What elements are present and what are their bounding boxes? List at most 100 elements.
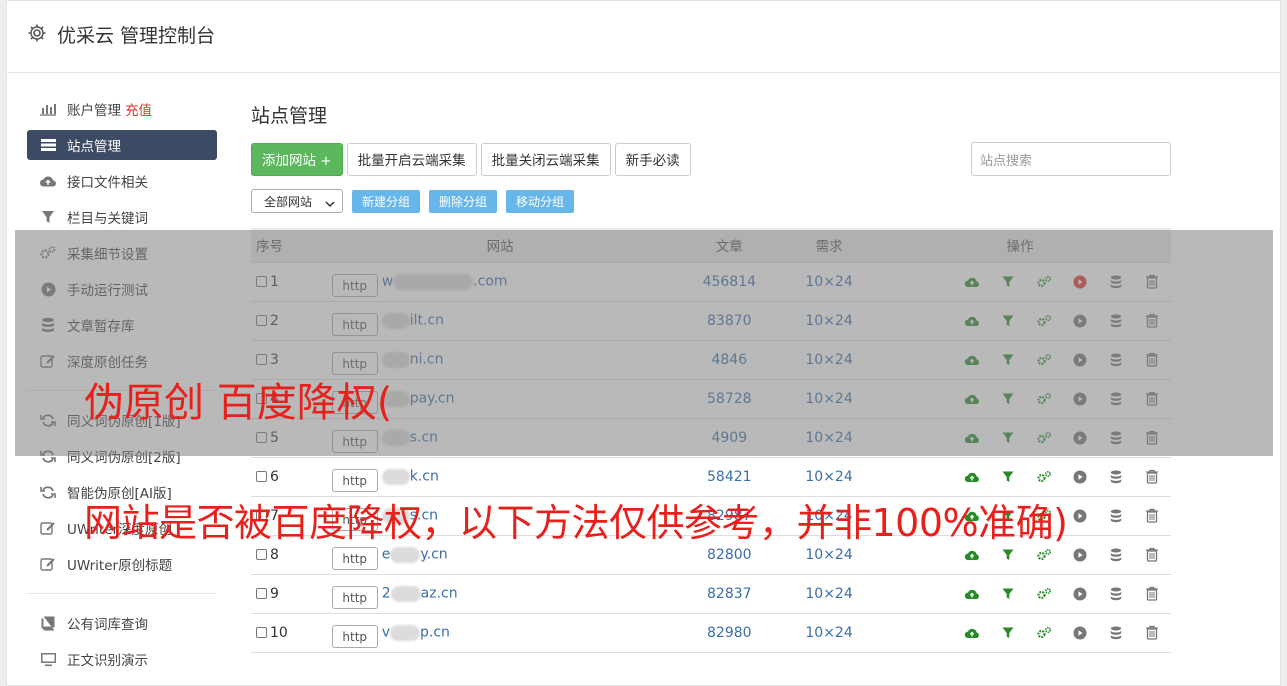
row-number-cell: 6	[251, 457, 331, 497]
refresh-icon	[39, 484, 57, 500]
trash-icon[interactable]	[1134, 467, 1170, 487]
edit-icon	[39, 520, 57, 536]
row-checkbox[interactable]	[256, 587, 267, 599]
delete-group-button[interactable]: 删除分组	[429, 189, 498, 213]
watermark-subtitle: 网站是否被百度降权，以下方法仅供参考，并非100%准确)	[84, 501, 1068, 545]
sidebar-item[interactable]: 正文识别演示	[27, 644, 217, 674]
site-cell: http k.cn	[330, 457, 670, 497]
filter-icon[interactable]	[990, 623, 1026, 643]
site-domain-prefix[interactable]: v	[382, 625, 390, 641]
book-icon	[39, 615, 57, 631]
sidebar-item[interactable]: 站点管理	[27, 130, 217, 160]
filter-icon[interactable]	[990, 584, 1026, 604]
sidebar-item-label: 账户管理	[67, 103, 121, 119]
chevron-down-icon	[325, 197, 335, 211]
protocol-badge[interactable]: http	[331, 469, 378, 492]
table-row[interactable]: 6 http k.cn 58421 10×24	[251, 457, 1171, 497]
demand-value[interactable]: 10×24	[789, 574, 869, 614]
article-count[interactable]: 58421	[669, 457, 790, 497]
database-icon[interactable]	[1098, 467, 1134, 487]
site-domain-suffix[interactable]: az.cn	[421, 586, 458, 602]
protocol-badge[interactable]: http	[331, 547, 378, 570]
trash-icon[interactable]	[1134, 623, 1170, 643]
server-icon	[39, 137, 57, 153]
new-group-button[interactable]: 新建分组	[352, 189, 421, 213]
database-icon[interactable]	[1098, 623, 1134, 643]
move-group-button[interactable]: 移动分组	[506, 189, 575, 213]
protocol-badge[interactable]: http	[331, 625, 378, 648]
site-domain-prefix[interactable]: 2	[382, 586, 391, 602]
sidebar-item[interactable]: UWriter原创标题	[27, 549, 217, 579]
gears-icon[interactable]	[1026, 467, 1062, 487]
row-actions	[870, 467, 1170, 487]
row-number-cell: 10	[251, 613, 331, 653]
row-checkbox[interactable]	[256, 626, 267, 638]
bar-chart-icon	[39, 101, 57, 117]
filter-icon[interactable]	[990, 467, 1026, 487]
database-icon[interactable]	[1098, 584, 1134, 604]
row-number-cell: 9	[251, 574, 331, 614]
sidebar-item[interactable]: 账户管理 充值	[27, 94, 217, 124]
gear-icon[interactable]	[27, 23, 47, 43]
database-icon[interactable]	[1098, 506, 1134, 526]
redacted-domain	[390, 546, 421, 563]
protocol-badge[interactable]: http	[331, 586, 378, 609]
console-title: 优采云 管理控制台	[57, 25, 216, 47]
cloud-upload-icon[interactable]	[954, 584, 990, 604]
play-circle-icon[interactable]	[1062, 584, 1098, 604]
site-domain-prefix[interactable]: e	[382, 547, 391, 563]
trash-icon[interactable]	[1134, 584, 1170, 604]
trash-icon[interactable]	[1134, 545, 1170, 565]
guide-button[interactable]: 新手必读	[614, 142, 691, 176]
redacted-domain	[390, 624, 421, 641]
sidebar-item[interactable]: 栏目与关键词	[27, 202, 217, 232]
play-circle-icon[interactable]	[1062, 623, 1098, 643]
row-actions	[870, 623, 1170, 643]
demand-value[interactable]: 10×24	[789, 457, 869, 497]
edit-icon	[39, 556, 57, 572]
sidebar-item[interactable]: 接口文件相关	[27, 166, 217, 196]
site-domain-suffix[interactable]: k.cn	[410, 469, 439, 485]
site-search-input[interactable]: 站点搜索	[971, 142, 1171, 176]
row-number: 10	[270, 624, 288, 641]
site-domain-suffix[interactable]: p.cn	[420, 625, 450, 641]
gears-icon[interactable]	[1026, 545, 1062, 565]
gears-icon[interactable]	[1026, 584, 1062, 604]
cloud-upload-icon[interactable]	[954, 467, 990, 487]
recharge-link[interactable]: 充值	[125, 99, 152, 119]
filter-icon[interactable]	[990, 545, 1026, 565]
row-actions	[870, 584, 1170, 604]
table-row[interactable]: 10 http v p.cn 82980 10×24	[251, 613, 1171, 653]
table-row[interactable]: 9 http 2 az.cn 82837 10×24	[251, 574, 1171, 614]
article-count[interactable]: 82980	[669, 613, 790, 653]
disable-cloud-button[interactable]: 批量关闭云端采集	[480, 142, 611, 176]
article-count[interactable]: 82837	[669, 574, 790, 614]
sidebar-item-label: 栏目与关键词	[67, 211, 148, 227]
demand-value[interactable]: 10×24	[789, 613, 869, 653]
redacted-domain	[381, 468, 410, 485]
toolbar: 添加网站 + 批量开启云端采集 批量关闭云端采集 新手必读 站点搜索	[251, 142, 1171, 176]
play-circle-icon[interactable]	[1062, 545, 1098, 565]
site-domain-suffix[interactable]: y.cn	[420, 547, 447, 563]
trash-icon[interactable]	[1134, 506, 1170, 526]
sidebar-item-label: 公有词库查询	[67, 617, 148, 633]
play-circle-icon[interactable]	[1062, 467, 1098, 487]
enable-cloud-button[interactable]: 批量开启云端采集	[346, 142, 477, 176]
add-site-button[interactable]: 添加网站 +	[251, 142, 343, 176]
cloud-upload-icon[interactable]	[954, 545, 990, 565]
ops-cell	[869, 574, 1171, 614]
gears-icon[interactable]	[1026, 623, 1062, 643]
cloud-upload-icon	[39, 173, 57, 189]
row-checkbox[interactable]	[256, 470, 267, 482]
site-cell: http 2 az.cn	[330, 574, 670, 614]
database-icon[interactable]	[1098, 545, 1134, 565]
row-checkbox[interactable]	[256, 548, 267, 560]
cloud-upload-icon[interactable]	[954, 623, 990, 643]
ops-cell	[869, 613, 1171, 653]
group-select[interactable]: 全部网站	[251, 189, 343, 213]
redacted-domain	[390, 585, 421, 602]
sidebar-item[interactable]: 公有词库查询	[27, 608, 217, 638]
sidebar-item-label: 正文识别演示	[67, 653, 148, 669]
row-number: 9	[270, 585, 279, 602]
watermark-title: 伪原创 百度降权(	[84, 380, 393, 426]
